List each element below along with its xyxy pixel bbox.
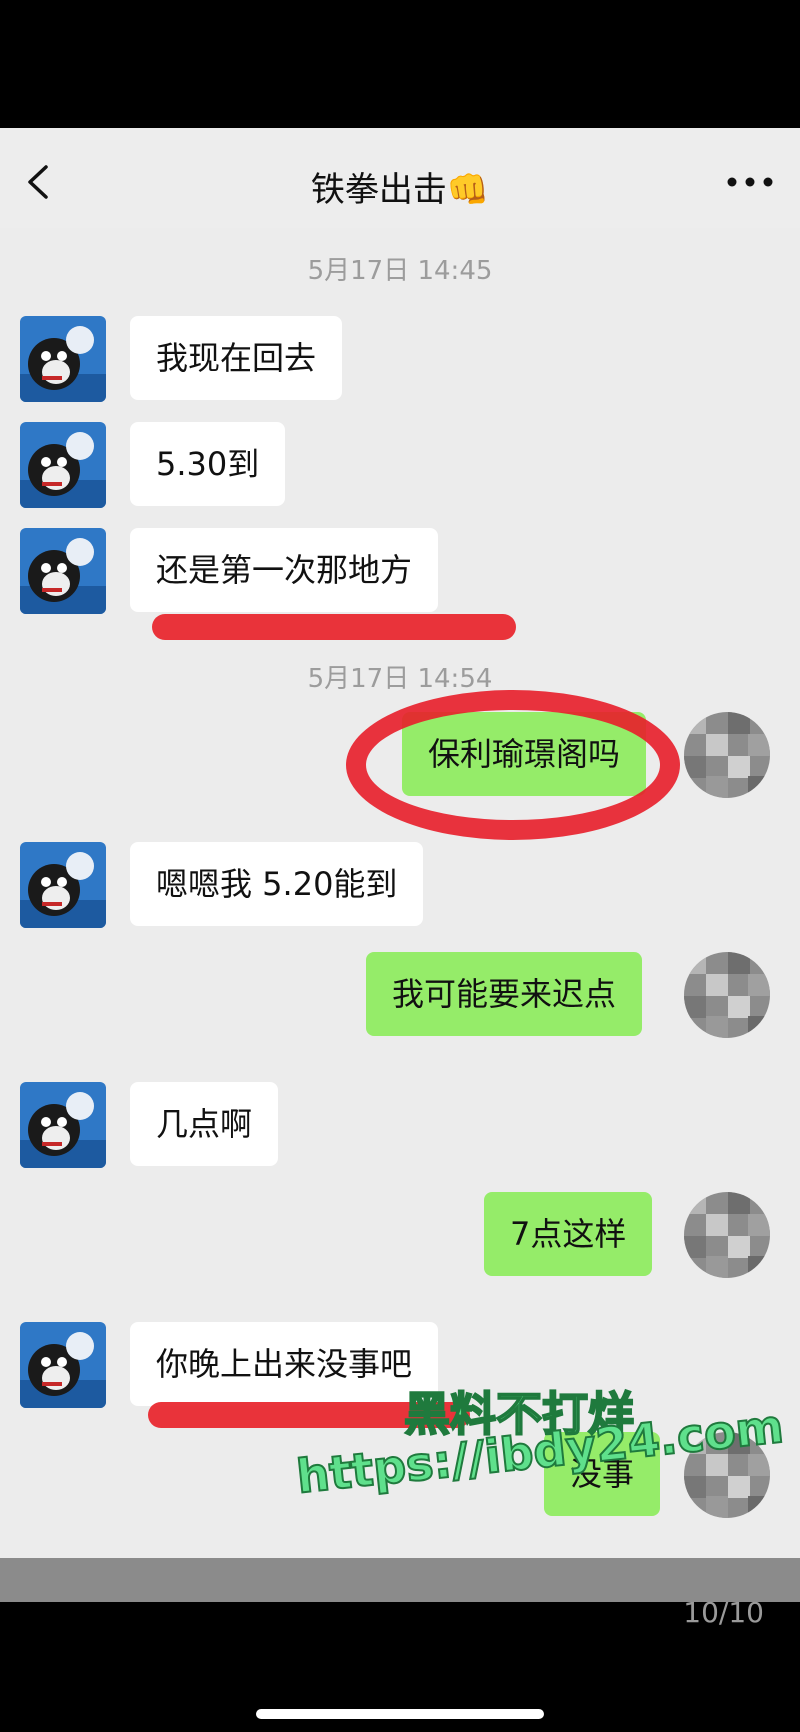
contact-avatar[interactable]: [20, 422, 106, 508]
contact-avatar[interactable]: [20, 1082, 106, 1168]
message-bubble-outgoing[interactable]: 7点这样: [484, 1192, 653, 1276]
message-bubble-incoming[interactable]: 还是第一次那地方: [130, 528, 439, 612]
chat-screen: 铁拳出击👊 5月17日 14:45 我现在回去 5.30到 还是第一次那地方 5…: [0, 128, 800, 1602]
message-bubble-incoming[interactable]: 5.30到: [130, 422, 286, 506]
chat-header: 铁拳出击👊: [0, 128, 800, 228]
message-bubble-outgoing[interactable]: 我可能要来迟点: [366, 952, 643, 1036]
contact-avatar[interactable]: [20, 316, 106, 402]
page-counter: 10/10: [683, 1596, 764, 1629]
pixelated-avatar-icon: [684, 952, 770, 1038]
cartoon-avatar-icon: [20, 422, 106, 508]
cartoon-avatar-icon: [20, 1082, 106, 1168]
chat-title: 铁拳出击👊: [310, 170, 490, 210]
message-bubble-incoming[interactable]: 嗯嗯我 5.20能到: [130, 842, 424, 926]
contact-avatar[interactable]: [20, 842, 106, 928]
viewer-overlay-bar: [0, 1558, 800, 1602]
cartoon-avatar-icon: [20, 1322, 106, 1408]
timestamp: 5月17日 14:54: [307, 664, 493, 694]
message-bubble-incoming[interactable]: 我现在回去: [130, 316, 343, 400]
cartoon-avatar-icon: [20, 842, 106, 928]
home-indicator[interactable]: [256, 1709, 544, 1719]
timestamp: 5月17日 14:45: [307, 256, 493, 286]
pixelated-avatar-icon: [684, 1192, 770, 1278]
contact-avatar[interactable]: [20, 1322, 106, 1408]
red-underline-annotation: [152, 614, 516, 640]
own-avatar-blurred[interactable]: [684, 712, 770, 798]
own-avatar-blurred[interactable]: [684, 952, 770, 1038]
cartoon-avatar-icon: [20, 528, 106, 614]
pixelated-avatar-icon: [684, 712, 770, 798]
message-bubble-incoming[interactable]: 几点啊: [130, 1082, 279, 1166]
red-circle-annotation: [346, 690, 680, 840]
message-bubble-incoming[interactable]: 你晚上出来没事吧: [130, 1322, 439, 1406]
contact-avatar[interactable]: [20, 528, 106, 614]
own-avatar-blurred[interactable]: [684, 1192, 770, 1278]
more-options-icon[interactable]: [722, 168, 778, 196]
cartoon-avatar-icon: [20, 316, 106, 402]
